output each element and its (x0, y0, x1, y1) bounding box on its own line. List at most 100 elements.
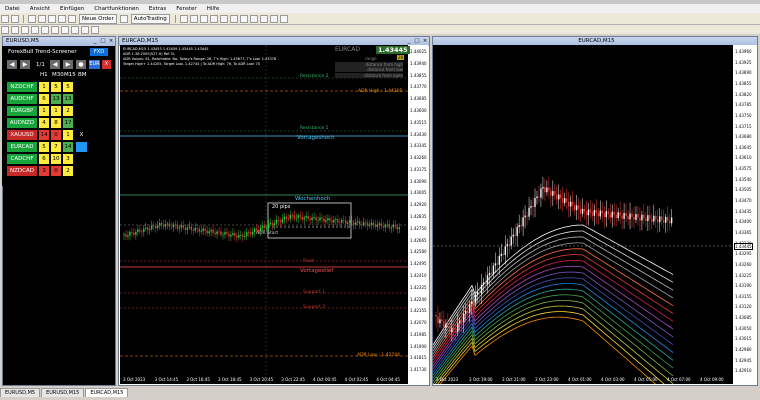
screener-symbol[interactable]: EURCAD (7, 142, 37, 152)
autotrading-button[interactable]: AutoTrading (130, 13, 170, 24)
zoom-out-icon[interactable] (219, 14, 228, 23)
candle-body (242, 234, 244, 237)
window-titlebar[interactable]: EURUSD,M5 _ □ × (3, 37, 115, 46)
candle-body (558, 194, 560, 200)
eur-button[interactable]: EUR (89, 60, 100, 69)
autoscroll-icon[interactable] (239, 14, 248, 23)
zoom-in-icon[interactable] (209, 14, 218, 23)
indicators-icon[interactable] (259, 14, 268, 23)
eurcad-ribbon-chart[interactable] (433, 45, 733, 384)
screener-symbol[interactable]: AUDCHF (7, 94, 37, 104)
trend-screener-panel: ForexBull Trend-Screener FXD ◀ ▶ 1/1 ◀ ▶… (2, 46, 115, 186)
candle-body (295, 217, 297, 219)
chart-tab[interactable]: EURUSD,M15 (41, 388, 85, 397)
menu-item[interactable]: Hilfe (202, 6, 225, 12)
price-tick: 1.43770 (410, 84, 427, 90)
arrow-right-icon[interactable]: ▶ (20, 60, 30, 69)
candle-body (512, 234, 514, 237)
arrow-left-icon[interactable]: ◀ (7, 60, 17, 69)
menu-item[interactable]: Ansicht (25, 6, 55, 12)
trendline-icon[interactable] (41, 25, 49, 34)
candle-body (621, 215, 623, 219)
chart-tab[interactable]: EURCAD,M15 (85, 388, 129, 397)
screener-bm-cell (76, 82, 87, 92)
candle-body (463, 313, 465, 323)
arrow-back-icon[interactable]: ◀ (50, 60, 60, 69)
close-x-button[interactable]: X (102, 60, 111, 69)
fxd-button[interactable]: FXD (90, 48, 108, 56)
screener-bm-cell (76, 166, 87, 176)
candle-body (127, 235, 129, 237)
candle-body (133, 232, 135, 235)
candle-body (631, 213, 633, 217)
crosshair-icon[interactable] (11, 25, 19, 34)
arrows-tool-icon[interactable] (91, 25, 99, 34)
menu-item[interactable]: Extras (144, 6, 171, 12)
cursor-icon[interactable] (1, 25, 9, 34)
time-tick: 4 Oct 07:00 (667, 377, 691, 382)
candle-body (564, 198, 566, 203)
screener-symbol[interactable]: NZDCHF (7, 82, 37, 92)
terminal-icon[interactable] (58, 14, 66, 23)
new-chart-icon[interactable] (1, 14, 9, 23)
candle-body (160, 222, 163, 225)
candle-body (149, 229, 151, 230)
arrow-forward-icon[interactable]: ▶ (63, 60, 73, 69)
candle-body (548, 187, 550, 191)
header-m30: M30 (52, 72, 64, 78)
editor-icon[interactable] (119, 14, 128, 23)
screener-symbol[interactable]: AUDNZD (7, 118, 37, 128)
time-tick: 3 Oct 16:45 (186, 377, 210, 382)
circle-icon[interactable]: ● (76, 60, 86, 69)
horizontal-line-icon[interactable] (31, 25, 39, 34)
close-icon[interactable]: × (107, 37, 115, 46)
channel-icon[interactable] (51, 25, 59, 34)
menu-item[interactable]: Einfügen (55, 6, 89, 12)
candle-body (641, 214, 643, 221)
candle-chart-icon[interactable] (189, 14, 198, 23)
price-tick: 1.43470 (735, 198, 752, 204)
profiles-icon[interactable] (11, 14, 19, 23)
menu-item[interactable]: Chartfunktionen (89, 6, 144, 12)
candle-body (459, 320, 461, 324)
candle-body (309, 218, 311, 221)
text-tool-icon[interactable] (71, 25, 79, 34)
candle-body (470, 301, 473, 305)
minimize-icon[interactable]: _ (91, 37, 99, 46)
market-watch-icon[interactable] (28, 14, 36, 23)
screener-symbol[interactable]: EURGBP (7, 106, 37, 116)
price-tick: 1.43260 (735, 261, 752, 267)
candle-body (208, 231, 210, 234)
new-order-button[interactable]: Neue Order (79, 13, 117, 24)
candle-body (224, 232, 226, 235)
templates-icon[interactable] (279, 14, 288, 23)
candle-body (655, 215, 657, 220)
screener-symbol[interactable]: XAUUSD (7, 130, 37, 140)
candle-body (437, 316, 439, 324)
screener-symbol[interactable]: NZDCAD (7, 166, 37, 176)
candle-body (345, 220, 347, 224)
candle-body (297, 215, 299, 218)
candle-body (323, 218, 325, 222)
line-chart-icon[interactable] (199, 14, 208, 23)
vertical-line-icon[interactable] (21, 25, 29, 34)
periods-icon[interactable] (269, 14, 278, 23)
tile-windows-icon[interactable] (229, 14, 238, 23)
drawing-toolbar (0, 25, 760, 34)
data-window-icon[interactable] (38, 14, 46, 23)
fibonacci-icon[interactable] (61, 25, 69, 34)
eurcad-main-chart[interactable] (120, 45, 408, 384)
label-tool-icon[interactable] (81, 25, 89, 34)
screener-symbol[interactable]: CADCHF (7, 154, 37, 164)
tester-icon[interactable] (68, 14, 76, 23)
candle-body (573, 205, 576, 211)
chart-shift-icon[interactable] (249, 14, 258, 23)
menu-item[interactable]: Fenster (171, 6, 201, 12)
navigator-icon[interactable] (48, 14, 56, 23)
bar-chart-icon[interactable] (179, 14, 188, 23)
price-tick: 1.43085 (735, 315, 752, 321)
maximize-icon[interactable]: □ (99, 37, 107, 46)
menu-item[interactable]: Datei (0, 6, 25, 12)
chart-background (120, 45, 408, 384)
chart-tab[interactable]: EURUSD,M5 (0, 388, 41, 397)
